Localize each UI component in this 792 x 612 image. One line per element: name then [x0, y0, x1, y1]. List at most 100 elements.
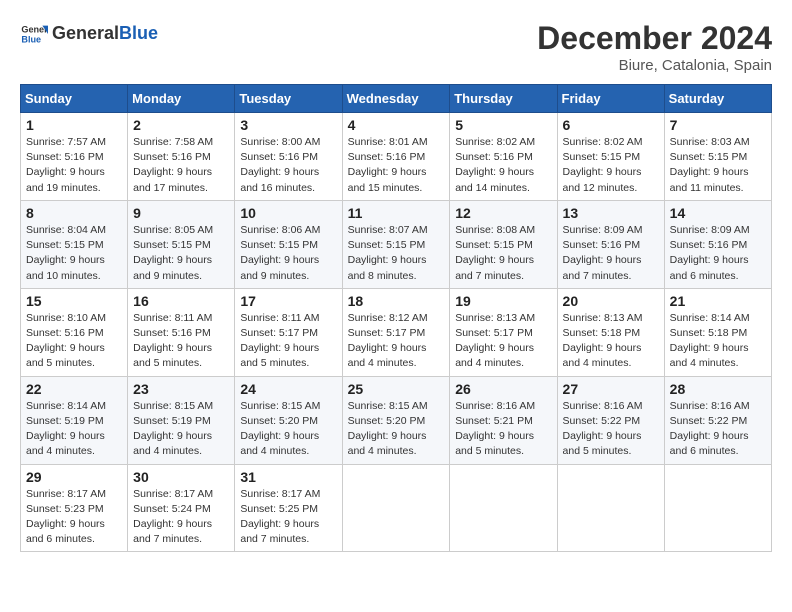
- day-number: 27: [563, 381, 659, 397]
- day-info: Sunrise: 8:14 AM Sunset: 5:19 PM Dayligh…: [26, 399, 122, 460]
- day-number: 6: [563, 117, 659, 133]
- header-monday: Monday: [128, 85, 235, 113]
- day-info: Sunrise: 8:14 AM Sunset: 5:18 PM Dayligh…: [670, 311, 766, 372]
- calendar-cell: 4 Sunrise: 8:01 AM Sunset: 5:16 PM Dayli…: [342, 113, 450, 201]
- day-info: Sunrise: 8:01 AM Sunset: 5:16 PM Dayligh…: [348, 135, 445, 196]
- calendar-cell: 6 Sunrise: 8:02 AM Sunset: 5:15 PM Dayli…: [557, 113, 664, 201]
- calendar-week-row: 8 Sunrise: 8:04 AM Sunset: 5:15 PM Dayli…: [21, 200, 772, 288]
- day-number: 30: [133, 469, 229, 485]
- day-number: 19: [455, 293, 551, 309]
- day-info: Sunrise: 8:07 AM Sunset: 5:15 PM Dayligh…: [348, 223, 445, 284]
- logo: General Blue GeneralBlue: [20, 20, 158, 48]
- calendar-week-row: 22 Sunrise: 8:14 AM Sunset: 5:19 PM Dayl…: [21, 376, 772, 464]
- header-sunday: Sunday: [21, 85, 128, 113]
- svg-text:Blue: Blue: [21, 34, 41, 44]
- page-header: General Blue GeneralBlue December 2024 B…: [20, 20, 772, 74]
- calendar-cell: 11 Sunrise: 8:07 AM Sunset: 5:15 PM Dayl…: [342, 200, 450, 288]
- header-saturday: Saturday: [664, 85, 771, 113]
- day-info: Sunrise: 8:15 AM Sunset: 5:19 PM Dayligh…: [133, 399, 229, 460]
- day-info: Sunrise: 8:05 AM Sunset: 5:15 PM Dayligh…: [133, 223, 229, 284]
- day-number: 8: [26, 205, 122, 221]
- calendar-week-row: 15 Sunrise: 8:10 AM Sunset: 5:16 PM Dayl…: [21, 288, 772, 376]
- calendar-cell: 20 Sunrise: 8:13 AM Sunset: 5:18 PM Dayl…: [557, 288, 664, 376]
- day-number: 29: [26, 469, 122, 485]
- calendar-cell: 27 Sunrise: 8:16 AM Sunset: 5:22 PM Dayl…: [557, 376, 664, 464]
- calendar-cell: 31 Sunrise: 8:17 AM Sunset: 5:25 PM Dayl…: [235, 464, 342, 552]
- calendar-cell: 19 Sunrise: 8:13 AM Sunset: 5:17 PM Dayl…: [450, 288, 557, 376]
- calendar-cell: 3 Sunrise: 8:00 AM Sunset: 5:16 PM Dayli…: [235, 113, 342, 201]
- calendar-cell: 5 Sunrise: 8:02 AM Sunset: 5:16 PM Dayli…: [450, 113, 557, 201]
- calendar-cell: [557, 464, 664, 552]
- calendar-cell: 1 Sunrise: 7:57 AM Sunset: 5:16 PM Dayli…: [21, 113, 128, 201]
- day-number: 16: [133, 293, 229, 309]
- calendar-cell: [450, 464, 557, 552]
- day-number: 14: [670, 205, 766, 221]
- day-info: Sunrise: 7:57 AM Sunset: 5:16 PM Dayligh…: [26, 135, 122, 196]
- calendar-cell: 10 Sunrise: 8:06 AM Sunset: 5:15 PM Dayl…: [235, 200, 342, 288]
- day-number: 23: [133, 381, 229, 397]
- day-info: Sunrise: 8:17 AM Sunset: 5:25 PM Dayligh…: [240, 487, 336, 548]
- calendar-cell: 17 Sunrise: 8:11 AM Sunset: 5:17 PM Dayl…: [235, 288, 342, 376]
- day-info: Sunrise: 8:17 AM Sunset: 5:23 PM Dayligh…: [26, 487, 122, 548]
- calendar-week-row: 29 Sunrise: 8:17 AM Sunset: 5:23 PM Dayl…: [21, 464, 772, 552]
- calendar-cell: 30 Sunrise: 8:17 AM Sunset: 5:24 PM Dayl…: [128, 464, 235, 552]
- day-number: 28: [670, 381, 766, 397]
- calendar-cell: 29 Sunrise: 8:17 AM Sunset: 5:23 PM Dayl…: [21, 464, 128, 552]
- day-number: 24: [240, 381, 336, 397]
- calendar-cell: 18 Sunrise: 8:12 AM Sunset: 5:17 PM Dayl…: [342, 288, 450, 376]
- day-info: Sunrise: 8:16 AM Sunset: 5:22 PM Dayligh…: [670, 399, 766, 460]
- calendar-cell: 16 Sunrise: 8:11 AM Sunset: 5:16 PM Dayl…: [128, 288, 235, 376]
- day-number: 25: [348, 381, 445, 397]
- calendar-cell: [664, 464, 771, 552]
- logo-icon: General Blue: [20, 20, 48, 48]
- calendar-cell: [342, 464, 450, 552]
- calendar-header-row: Sunday Monday Tuesday Wednesday Thursday…: [21, 85, 772, 113]
- day-info: Sunrise: 8:11 AM Sunset: 5:17 PM Dayligh…: [240, 311, 336, 372]
- day-info: Sunrise: 8:09 AM Sunset: 5:16 PM Dayligh…: [670, 223, 766, 284]
- day-info: Sunrise: 8:15 AM Sunset: 5:20 PM Dayligh…: [348, 399, 445, 460]
- day-info: Sunrise: 8:11 AM Sunset: 5:16 PM Dayligh…: [133, 311, 229, 372]
- main-title: December 2024: [537, 20, 772, 57]
- day-number: 26: [455, 381, 551, 397]
- calendar-table: Sunday Monday Tuesday Wednesday Thursday…: [20, 84, 772, 552]
- day-number: 11: [348, 205, 445, 221]
- calendar-cell: 22 Sunrise: 8:14 AM Sunset: 5:19 PM Dayl…: [21, 376, 128, 464]
- day-info: Sunrise: 8:12 AM Sunset: 5:17 PM Dayligh…: [348, 311, 445, 372]
- calendar-cell: 21 Sunrise: 8:14 AM Sunset: 5:18 PM Dayl…: [664, 288, 771, 376]
- calendar-cell: 25 Sunrise: 8:15 AM Sunset: 5:20 PM Dayl…: [342, 376, 450, 464]
- day-info: Sunrise: 8:13 AM Sunset: 5:17 PM Dayligh…: [455, 311, 551, 372]
- day-number: 15: [26, 293, 122, 309]
- day-info: Sunrise: 8:09 AM Sunset: 5:16 PM Dayligh…: [563, 223, 659, 284]
- day-number: 31: [240, 469, 336, 485]
- day-info: Sunrise: 8:08 AM Sunset: 5:15 PM Dayligh…: [455, 223, 551, 284]
- calendar-cell: 13 Sunrise: 8:09 AM Sunset: 5:16 PM Dayl…: [557, 200, 664, 288]
- logo-text: GeneralBlue: [52, 24, 158, 44]
- day-number: 18: [348, 293, 445, 309]
- day-info: Sunrise: 8:02 AM Sunset: 5:15 PM Dayligh…: [563, 135, 659, 196]
- title-block: December 2024 Biure, Catalonia, Spain: [537, 20, 772, 74]
- day-info: Sunrise: 8:13 AM Sunset: 5:18 PM Dayligh…: [563, 311, 659, 372]
- calendar-cell: 26 Sunrise: 8:16 AM Sunset: 5:21 PM Dayl…: [450, 376, 557, 464]
- day-info: Sunrise: 8:16 AM Sunset: 5:21 PM Dayligh…: [455, 399, 551, 460]
- calendar-cell: 24 Sunrise: 8:15 AM Sunset: 5:20 PM Dayl…: [235, 376, 342, 464]
- day-info: Sunrise: 8:06 AM Sunset: 5:15 PM Dayligh…: [240, 223, 336, 284]
- day-info: Sunrise: 8:02 AM Sunset: 5:16 PM Dayligh…: [455, 135, 551, 196]
- day-number: 22: [26, 381, 122, 397]
- day-info: Sunrise: 8:04 AM Sunset: 5:15 PM Dayligh…: [26, 223, 122, 284]
- day-number: 17: [240, 293, 336, 309]
- day-number: 3: [240, 117, 336, 133]
- day-number: 12: [455, 205, 551, 221]
- day-info: Sunrise: 8:00 AM Sunset: 5:16 PM Dayligh…: [240, 135, 336, 196]
- calendar-cell: 12 Sunrise: 8:08 AM Sunset: 5:15 PM Dayl…: [450, 200, 557, 288]
- day-number: 21: [670, 293, 766, 309]
- day-number: 10: [240, 205, 336, 221]
- day-number: 2: [133, 117, 229, 133]
- calendar-week-row: 1 Sunrise: 7:57 AM Sunset: 5:16 PM Dayli…: [21, 113, 772, 201]
- header-tuesday: Tuesday: [235, 85, 342, 113]
- day-number: 9: [133, 205, 229, 221]
- day-info: Sunrise: 8:15 AM Sunset: 5:20 PM Dayligh…: [240, 399, 336, 460]
- day-number: 5: [455, 117, 551, 133]
- calendar-cell: 14 Sunrise: 8:09 AM Sunset: 5:16 PM Dayl…: [664, 200, 771, 288]
- header-thursday: Thursday: [450, 85, 557, 113]
- day-number: 7: [670, 117, 766, 133]
